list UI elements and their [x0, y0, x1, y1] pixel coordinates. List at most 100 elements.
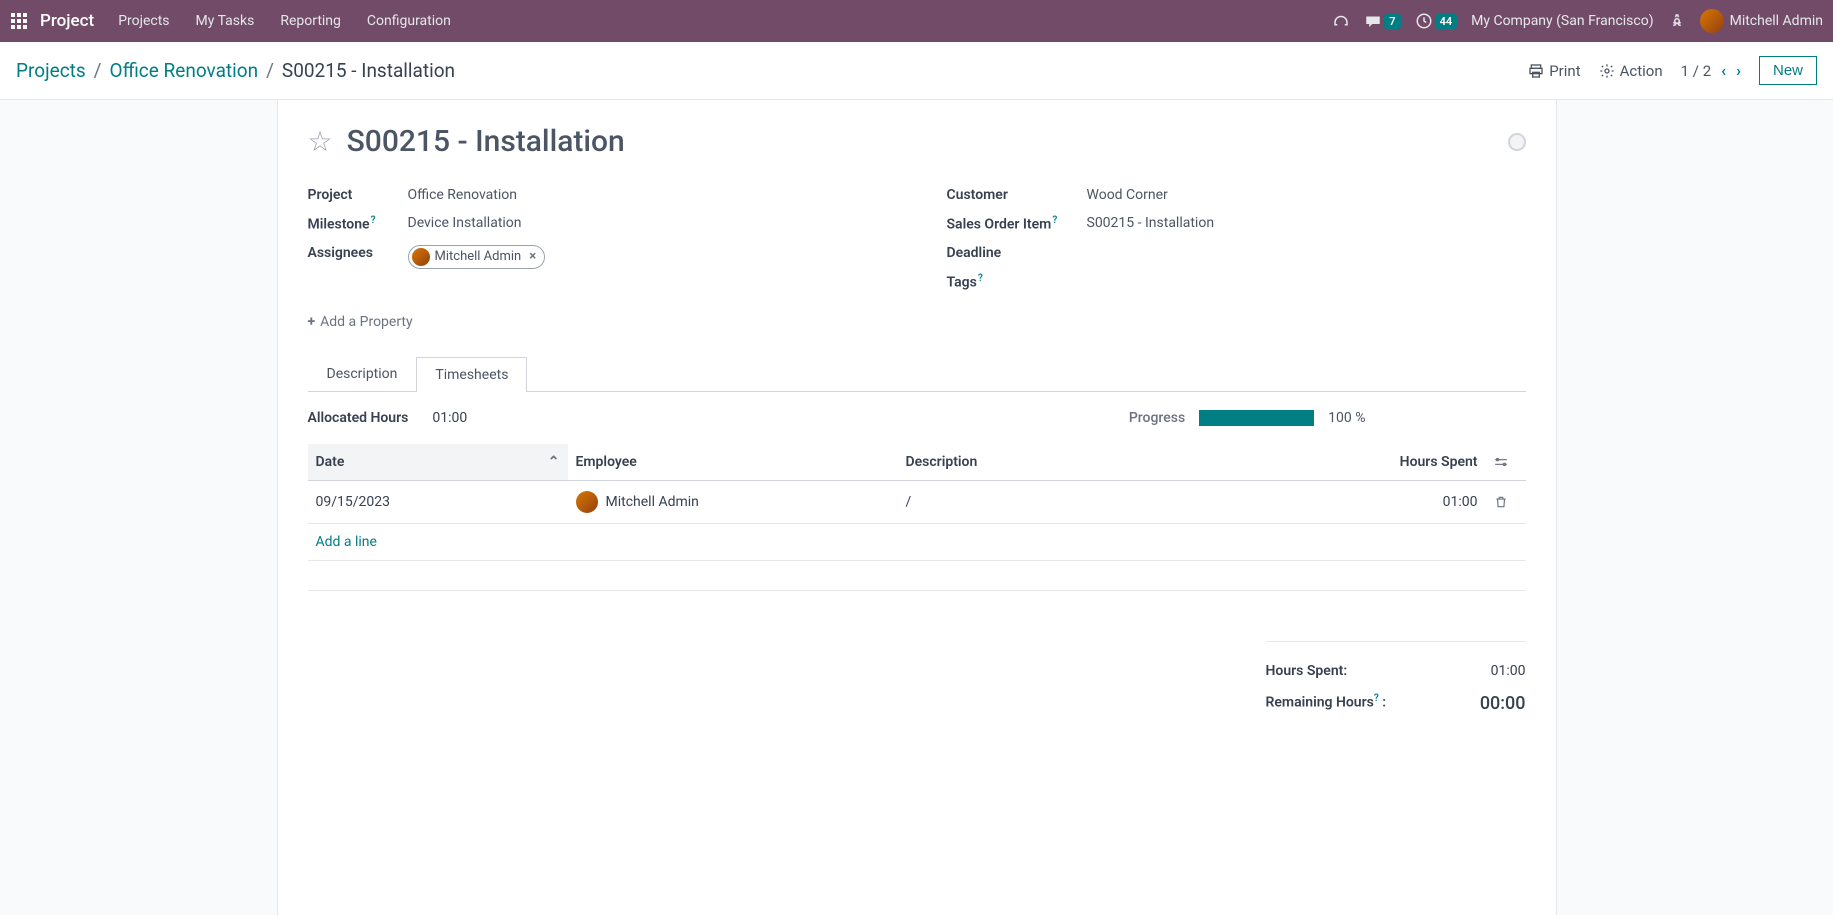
field-tags: Tags? [947, 267, 1526, 297]
topbar-right: 7 44 My Company (San Francisco) Mitchell… [1332, 9, 1823, 33]
form-sheet: ☆ S00215 - Installation Project Office R… [278, 100, 1556, 741]
new-button[interactable]: New [1759, 56, 1817, 85]
cell-hours[interactable]: 01:00 [1366, 481, 1486, 524]
add-line-button[interactable]: Add a line [316, 534, 377, 550]
field-label-customer: Customer [947, 187, 1087, 203]
user-menu[interactable]: Mitchell Admin [1700, 9, 1823, 33]
col-employee[interactable]: Employee [568, 444, 898, 481]
field-label-sales-order: Sales Order Item? [947, 215, 1087, 233]
add-property-button[interactable]: + Add a Property [308, 314, 413, 330]
messages-badge: 7 [1384, 14, 1400, 29]
field-value-milestone[interactable]: Device Installation [408, 215, 522, 231]
activities-badge: 44 [1435, 14, 1458, 29]
help-icon[interactable]: ? [1052, 215, 1057, 226]
print-label: Print [1549, 62, 1580, 80]
company-selector[interactable]: My Company (San Francisco) [1471, 13, 1653, 29]
tab-timesheets[interactable]: Timesheets [416, 357, 527, 392]
plus-icon: + [308, 314, 316, 330]
pager-prev-icon[interactable]: ‹ [1721, 61, 1726, 80]
assignee-chip[interactable]: Mitchell Admin × [408, 245, 546, 269]
messages-icon[interactable]: 7 [1364, 12, 1400, 30]
trash-icon[interactable] [1494, 495, 1518, 509]
allocated-hours-label: Allocated Hours [308, 410, 409, 426]
field-sales-order: Sales Order Item? S00215 - Installation [947, 209, 1526, 239]
help-icon[interactable]: ? [371, 215, 376, 226]
cell-employee[interactable]: Mitchell Admin [568, 481, 898, 524]
remaining-value: 00:00 [1480, 693, 1526, 714]
cell-delete[interactable] [1486, 481, 1526, 524]
control-panel: Projects / Office Renovation / S00215 - … [0, 42, 1833, 100]
summary: Hours Spent: 01:00 Remaining Hours? : 00… [1266, 641, 1526, 721]
timesheet-table: Date ⌃ Employee Description Hours Spent [308, 444, 1526, 591]
menu-configuration[interactable]: Configuration [367, 13, 451, 29]
form-col-left: Project Office Renovation Milestone? Dev… [308, 181, 887, 296]
apps-icon[interactable] [10, 12, 28, 30]
sort-caret-icon: ⌃ [548, 454, 560, 470]
tab-description[interactable]: Description [308, 356, 417, 391]
remove-assignee-icon[interactable]: × [529, 249, 536, 264]
col-hours[interactable]: Hours Spent [1366, 444, 1486, 481]
field-label-project: Project [308, 187, 408, 203]
breadcrumb-projects[interactable]: Projects [16, 59, 86, 82]
field-value-sales-order[interactable]: S00215 - Installation [1087, 215, 1215, 231]
summary-hours-spent: Hours Spent: 01:00 [1266, 656, 1526, 686]
cell-description[interactable]: / [898, 481, 1366, 524]
stage-circle-icon[interactable] [1508, 133, 1526, 151]
allocated-row: Allocated Hours 01:00 Progress 100 % [308, 410, 1526, 426]
breadcrumb-sep: / [94, 59, 102, 82]
field-value-customer[interactable]: Wood Corner [1087, 187, 1168, 203]
field-value-assignees[interactable]: Mitchell Admin × [408, 245, 546, 270]
pager: 1 / 2 ‹ › [1681, 61, 1741, 80]
user-avatar-icon [1700, 9, 1724, 33]
voip-icon[interactable] [1332, 12, 1350, 30]
title-row: ☆ S00215 - Installation [308, 124, 1526, 159]
employee-name: Mitchell Admin [606, 494, 699, 510]
form-grid: Project Office Renovation Milestone? Dev… [308, 181, 1526, 296]
menu-reporting[interactable]: Reporting [280, 13, 341, 29]
empty-row [308, 561, 1526, 591]
employee-avatar-icon [576, 491, 598, 513]
print-button[interactable]: Print [1528, 62, 1580, 80]
form-container: ☆ S00215 - Installation Project Office R… [277, 100, 1557, 915]
assignee-avatar-icon [412, 248, 430, 266]
activities-icon[interactable]: 44 [1415, 12, 1458, 30]
menu-projects[interactable]: Projects [118, 13, 169, 29]
breadcrumb-current: S00215 - Installation [282, 59, 455, 82]
help-icon[interactable]: ? [978, 273, 983, 284]
cell-date[interactable]: 09/15/2023 [308, 481, 568, 524]
settings-icon[interactable] [1494, 455, 1518, 469]
col-description[interactable]: Description [898, 444, 1366, 481]
action-label: Action [1620, 62, 1663, 80]
field-project: Project Office Renovation [308, 181, 887, 209]
task-title[interactable]: S00215 - Installation [347, 124, 625, 159]
debug-icon[interactable] [1668, 12, 1686, 30]
app-brand[interactable]: Project [40, 11, 94, 31]
form-col-right: Customer Wood Corner Sales Order Item? S… [947, 181, 1526, 296]
user-name: Mitchell Admin [1730, 13, 1823, 29]
breadcrumb-sep: / [266, 59, 274, 82]
field-value-project[interactable]: Office Renovation [408, 187, 517, 203]
remaining-label: Remaining Hours? : [1266, 693, 1387, 714]
menu-my-tasks[interactable]: My Tasks [196, 13, 255, 29]
action-button[interactable]: Action [1599, 62, 1663, 80]
topbar: Project Projects My Tasks Reporting Conf… [0, 0, 1833, 42]
allocated-hours-value[interactable]: 01:00 [432, 410, 467, 426]
tabs: Description Timesheets [308, 356, 1526, 392]
priority-star-icon[interactable]: ☆ [308, 125, 333, 158]
help-icon[interactable]: ? [1374, 693, 1379, 704]
col-settings[interactable] [1486, 444, 1526, 481]
pager-counter[interactable]: 1 / 2 [1681, 62, 1712, 80]
breadcrumb-office-renovation[interactable]: Office Renovation [110, 59, 259, 82]
pager-next-icon[interactable]: › [1736, 61, 1741, 80]
col-date[interactable]: Date ⌃ [308, 444, 568, 481]
main-menu: Projects My Tasks Reporting Configuratio… [118, 13, 451, 29]
summary-remaining: Remaining Hours? : 00:00 [1266, 686, 1526, 721]
progress-label: Progress [1129, 410, 1185, 426]
progress-group: Progress 100 % [1129, 410, 1366, 426]
field-assignees: Assignees Mitchell Admin × [308, 239, 887, 276]
field-label-assignees: Assignees [308, 245, 408, 261]
field-label-milestone: Milestone? [308, 215, 408, 233]
field-label-tags: Tags? [947, 273, 1087, 291]
table-row[interactable]: 09/15/2023 Mitchell Admin / 01:00 [308, 481, 1526, 524]
add-line-row: Add a line [308, 524, 1526, 561]
